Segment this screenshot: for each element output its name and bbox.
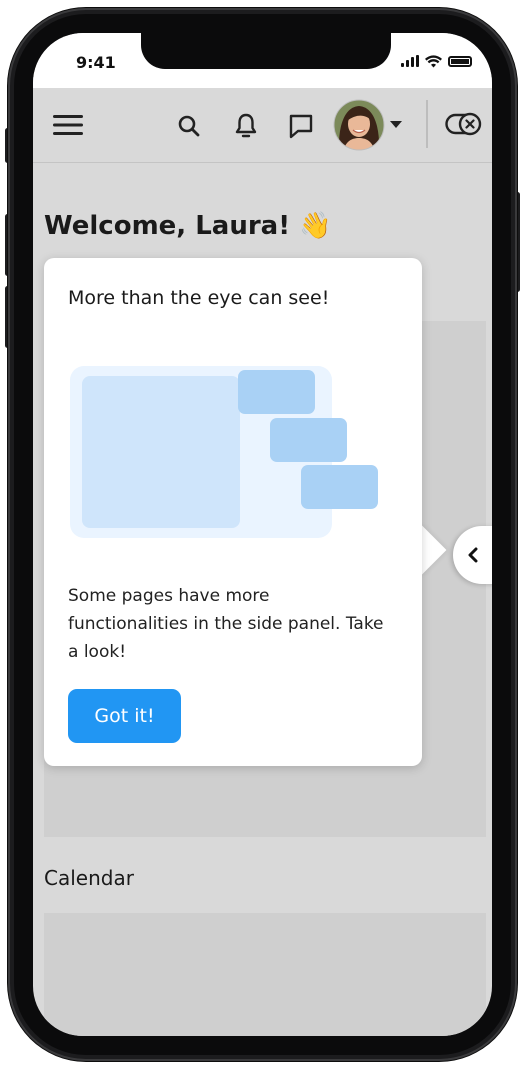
signal-icon: [401, 55, 419, 67]
toggle-icon[interactable]: [445, 112, 485, 138]
chevron-down-icon[interactable]: [390, 121, 402, 129]
search-icon[interactable]: [177, 114, 201, 138]
bell-icon[interactable]: [234, 112, 258, 140]
phone-screen: 9:41 Welcome, Laura! 👋 Calendar More tha…: [33, 33, 492, 1036]
welcome-heading: Welcome, Laura! 👋: [44, 211, 332, 241]
status-bar: 9:41: [33, 33, 492, 88]
notch: [141, 33, 391, 69]
app-header: [33, 88, 492, 163]
avatar[interactable]: [333, 99, 385, 151]
calendar-card: [44, 913, 486, 1036]
popover-title: More than the eye can see!: [68, 287, 330, 309]
calendar-heading: Calendar: [44, 866, 134, 890]
status-time: 9:41: [76, 53, 116, 72]
wifi-icon: [425, 54, 442, 67]
popover-body: Some pages have more functionalities in …: [68, 586, 384, 662]
header-divider: [426, 100, 428, 148]
chevron-left-icon: [468, 547, 478, 563]
menu-icon[interactable]: [53, 114, 85, 136]
side-panel-illustration-icon: [70, 366, 378, 538]
onboarding-popover: More than the eye can see! Some pages ha…: [44, 258, 422, 766]
chat-icon[interactable]: [287, 113, 315, 141]
status-icons: [401, 53, 472, 69]
got-it-button[interactable]: Got it!: [68, 689, 181, 743]
battery-icon: [448, 55, 472, 67]
